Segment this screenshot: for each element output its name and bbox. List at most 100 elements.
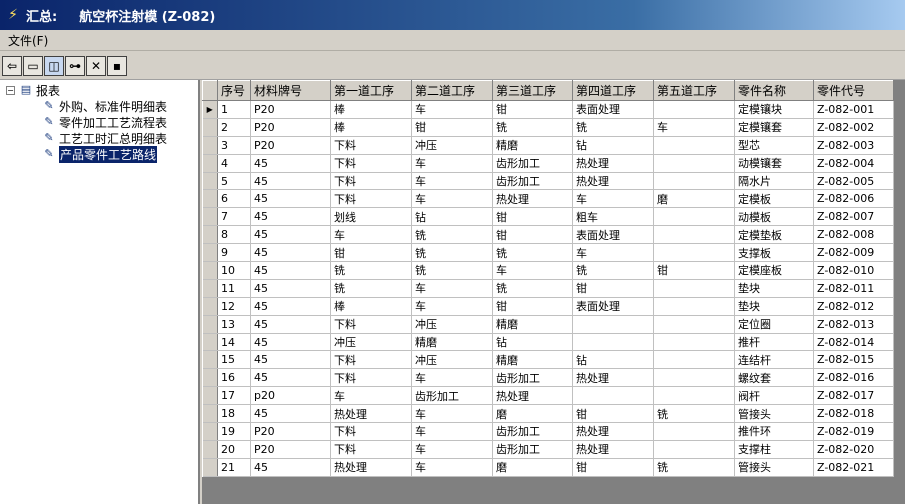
table-row[interactable]: 11 45 铣车铣钳垫块 Z-082-011 [202,279,894,298]
table-cell[interactable]: 13 [217,315,251,334]
table-cell[interactable]: 45 [250,243,331,263]
table-cell[interactable]: 钻 [572,136,654,155]
table-cell[interactable]: 螺纹套 [734,368,814,388]
table-cell[interactable]: 精磨 [492,350,573,370]
table-cell[interactable] [653,315,735,334]
column-header[interactable]: 第五道工序 [653,80,735,101]
key-icon[interactable]: ⊶ [65,55,85,76]
table-cell[interactable]: 定模板 [734,189,814,209]
table-row[interactable]: 8 45 车铣钳表面处理 定模垫板 Z-082-008 [202,225,894,245]
table-cell[interactable]: 下料 [330,350,412,370]
table-cell[interactable]: 45 [250,368,331,388]
table-cell[interactable]: 45 [250,189,331,209]
table-cell[interactable]: 铣 [411,243,493,263]
table-cell[interactable]: 车 [411,100,493,119]
row-indicator[interactable] [202,207,218,227]
table-row[interactable]: 3 P20 下料 冲压 精磨钻 型芯 Z-082-003 [202,136,894,155]
table-cell[interactable]: 齿形加工 [492,440,573,459]
row-indicator[interactable] [202,386,218,406]
table-cell[interactable]: 钳 [572,279,654,298]
table-cell[interactable]: 热处理 [492,189,573,209]
table-cell[interactable]: 定模镶套 [734,118,814,137]
table-cell[interactable]: 钳 [653,261,735,280]
column-header[interactable]: 第二道工序 [411,80,493,101]
table-cell[interactable]: 12 [217,297,251,316]
table-cell[interactable]: 车 [411,422,493,441]
table-cell[interactable]: Z-082-004 [813,154,894,173]
table-cell[interactable]: 45 [250,350,331,370]
table-cell[interactable]: 齿形加工 [492,154,573,173]
table-row[interactable]: 4 45 下料车齿形加工 热处理 动模镶套 Z-082-004 [202,154,894,173]
table-row[interactable]: 16 45 下料车齿形加工 热处理 螺纹套 Z-082-016 [202,368,894,388]
table-cell[interactable]: 磨 [492,404,573,424]
table-cell[interactable]: 热处理 [572,368,654,388]
table-cell[interactable]: Z-082-018 [813,404,894,424]
table-cell[interactable]: 棒 [330,297,412,316]
table-cell[interactable]: 管接头 [734,404,814,424]
tree-item[interactable]: ✎ 产品零件工艺路线 [2,145,198,163]
column-header[interactable]: 第四道工序 [572,80,654,101]
table-cell[interactable] [653,136,735,155]
tree-root[interactable]: − ▤ 报表 [2,82,198,98]
table-row[interactable]: 17 p20 车齿形加工 热处理 阀杆 Z-082-017 [202,386,894,406]
table-cell[interactable]: 45 [250,315,331,334]
table-cell[interactable]: 铣 [572,118,654,137]
table-row[interactable]: 5 45 下料车齿形加工 热处理 隔水片 Z-082-005 [202,172,894,191]
table-cell[interactable]: 钳 [572,404,654,424]
table-cell[interactable] [653,207,735,227]
table-cell[interactable]: 精磨 [492,136,573,155]
table-cell[interactable]: 铣 [653,404,735,424]
table-cell[interactable]: 铣 [411,225,493,245]
table-cell[interactable]: Z-082-010 [813,261,894,280]
table-cell[interactable]: 45 [250,333,331,352]
row-indicator[interactable] [202,225,218,245]
table-cell[interactable]: 14 [217,333,251,352]
table-cell[interactable]: 45 [250,154,331,173]
table-cell[interactable]: 齿形加工 [492,422,573,441]
table-cell[interactable]: Z-082-015 [813,350,894,370]
single-pane-icon[interactable]: ▭ [23,55,43,76]
table-cell[interactable]: P20 [250,422,331,441]
table-cell[interactable]: 10 [217,261,251,280]
row-indicator[interactable] [202,404,218,424]
table-cell[interactable] [653,386,735,406]
table-cell[interactable]: 8 [217,225,251,245]
table-cell[interactable]: Z-082-012 [813,297,894,316]
row-indicator[interactable] [202,422,218,441]
row-indicator[interactable] [202,172,218,191]
table-cell[interactable]: 车 [411,172,493,191]
table-cell[interactable]: 精磨 [492,315,573,334]
table-cell[interactable]: 车 [330,386,412,406]
table-cell[interactable] [653,225,735,245]
split-pane-icon[interactable]: ◫ [44,55,64,76]
table-cell[interactable]: 下料 [330,189,412,209]
column-header[interactable]: 材料牌号 [250,80,331,101]
tree-item[interactable]: ✎ 工艺工时汇总明细表 [2,130,198,146]
table-cell[interactable]: 垫块 [734,279,814,298]
column-header[interactable]: 第三道工序 [492,80,573,101]
table-cell[interactable] [653,422,735,441]
table-row[interactable]: 20 P20 下料车齿形加工 热处理 支撑柱 Z-082-020 [202,440,894,459]
table-cell[interactable]: 6 [217,189,251,209]
table-cell[interactable]: 冲压 [411,136,493,155]
table-cell[interactable] [653,440,735,459]
row-indicator[interactable] [202,297,218,316]
table-cell[interactable]: 15 [217,350,251,370]
table-cell[interactable]: 粗车 [572,207,654,227]
table-cell[interactable] [653,172,735,191]
table-cell[interactable]: 动模板 [734,207,814,227]
table-cell[interactable]: 下料 [330,368,412,388]
table-cell[interactable]: Z-082-007 [813,207,894,227]
table-row[interactable]: 9 45 钳铣铣车支撑板 Z-082-009 [202,243,894,263]
table-cell[interactable]: 下料 [330,422,412,441]
table-cell[interactable]: 定模垫板 [734,225,814,245]
table-cell[interactable]: 表面处理 [572,297,654,316]
table-cell[interactable]: 推杆 [734,333,814,352]
table-cell[interactable]: 下料 [330,440,412,459]
table-cell[interactable]: 20 [217,440,251,459]
table-cell[interactable]: 16 [217,368,251,388]
table-cell[interactable]: 冲压 [330,333,412,352]
table-row[interactable]: 12 45 棒车钳表面处理 垫块 Z-082-012 [202,297,894,316]
column-header[interactable]: 第一道工序 [330,80,412,101]
table-cell[interactable]: 车 [411,279,493,298]
